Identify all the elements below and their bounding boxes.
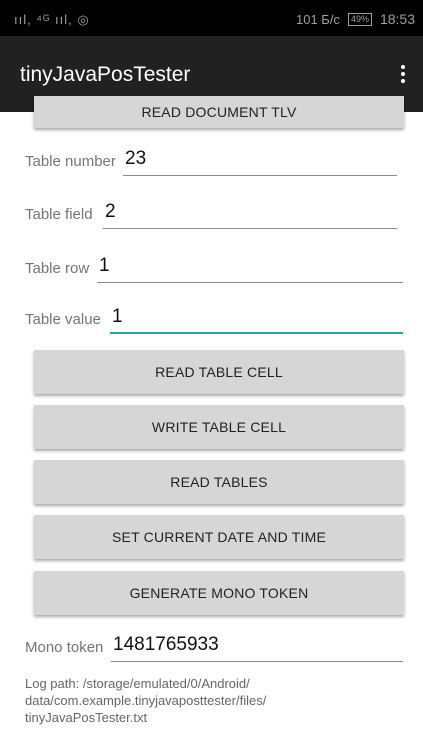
table-value-input[interactable]: 1 [110,304,403,334]
table-value-label: Table value [25,311,101,328]
table-field-input[interactable]: 2 [103,199,397,229]
more-vert-icon[interactable] [393,60,413,88]
status-right: 101 Б/с 49% 18:53 [296,11,415,27]
set-current-date-time-button[interactable]: SET CURRENT DATE AND TIME [34,515,404,559]
table-number-label: Table number [25,153,116,170]
mono-token-label: Mono token [25,639,104,656]
battery-icon: 49% [347,12,372,26]
table-field-row: Table field 2 [25,199,397,229]
table-row-input[interactable]: 1 [97,253,403,283]
generate-mono-token-button[interactable]: GENERATE MONO TOKEN [34,571,404,615]
table-row-row: Table row 1 [25,253,403,283]
signal-indicator: ııl, ⁴ᴳ ııl, ◎ [14,12,90,27]
status-bar: ııl, ⁴ᴳ ııl, ◎ 101 Б/с 49% 18:53 [0,0,423,36]
network-speed: 101 Б/с [295,11,340,27]
table-row-label: Table row [25,260,90,277]
read-table-cell-button[interactable]: READ TABLE CELL [34,350,404,394]
log-path-line-3: tinyJavaPosTester.txt [25,710,148,725]
read-document-tlv-button[interactable]: READ DOCUMENT TLV [34,96,404,128]
table-number-input[interactable]: 23 [123,146,397,176]
app-title: tinyJavaPosTester [20,63,191,86]
read-tables-button[interactable]: READ TABLES [34,460,404,504]
table-number-row: Table number 23 [25,146,397,176]
mono-token-row: Mono token 1481765933 [25,632,403,662]
status-clock: 18:53 [379,11,415,27]
table-field-label: Table field [25,206,93,223]
write-table-cell-button[interactable]: WRITE TABLE CELL [34,405,404,449]
table-value-row: Table value 1 [25,304,403,334]
mono-token-input[interactable]: 1481765933 [111,632,403,662]
log-path-line-2: data/com.example.tinyjavaposttester/file… [25,693,267,708]
log-path-text: Log path: /storage/emulated/0/Android/ d… [25,675,385,726]
log-path-line-1: Log path: /storage/emulated/0/Android/ [25,676,250,691]
